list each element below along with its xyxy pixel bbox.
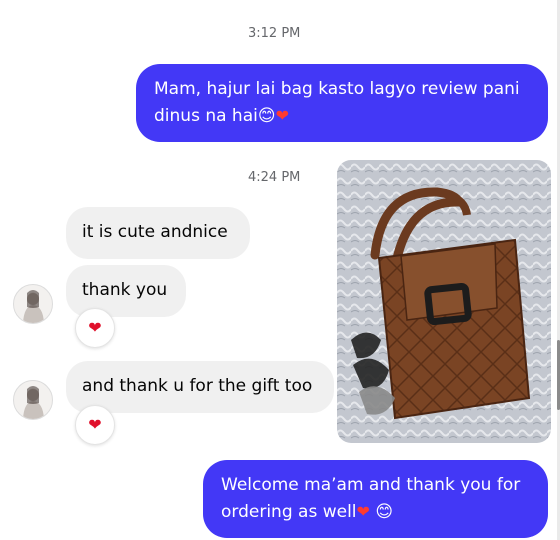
avatar-image — [23, 386, 44, 419]
message-text: and thank u for the gift too — [82, 376, 313, 396]
shared-photo[interactable] — [337, 160, 551, 443]
smile-emoji: 😊 — [375, 502, 394, 522]
avatar-image — [23, 290, 44, 323]
timestamp: 4:24 PM — [248, 170, 301, 185]
incoming-message[interactable]: and thank u for the gift too — [66, 361, 334, 413]
heart-icon: ❤ — [88, 318, 102, 337]
reaction-badge[interactable]: ❤ — [75, 308, 115, 348]
avatar[interactable] — [13, 284, 53, 324]
message-text: Welcome ma’am and thank you for ordering… — [221, 475, 521, 522]
avatar[interactable] — [13, 380, 53, 420]
heart-emoji: ❤ — [356, 502, 370, 521]
message-text: it is cute andnice — [82, 222, 228, 242]
chat-thread: 3:12 PM Mam, hajur lai bag kasto lagyo r… — [0, 0, 560, 540]
outgoing-message[interactable]: Mam, hajur lai bag kasto lagyo review pa… — [136, 64, 548, 142]
message-text: thank you — [82, 280, 168, 300]
heart-icon: ❤ — [88, 415, 102, 434]
smile-emoji: 😊 — [257, 106, 276, 126]
timestamp: 3:12 PM — [248, 26, 301, 41]
message-text: Mam, hajur lai bag kasto lagyo review pa… — [154, 79, 520, 126]
bag-photo — [337, 160, 551, 443]
incoming-message[interactable]: thank you — [66, 265, 186, 317]
reaction-badge[interactable]: ❤ — [75, 405, 115, 445]
heart-emoji: ❤ — [275, 106, 289, 125]
outgoing-message[interactable]: Welcome ma’am and thank you for ordering… — [203, 460, 548, 538]
incoming-message[interactable]: it is cute andnice — [66, 207, 250, 259]
